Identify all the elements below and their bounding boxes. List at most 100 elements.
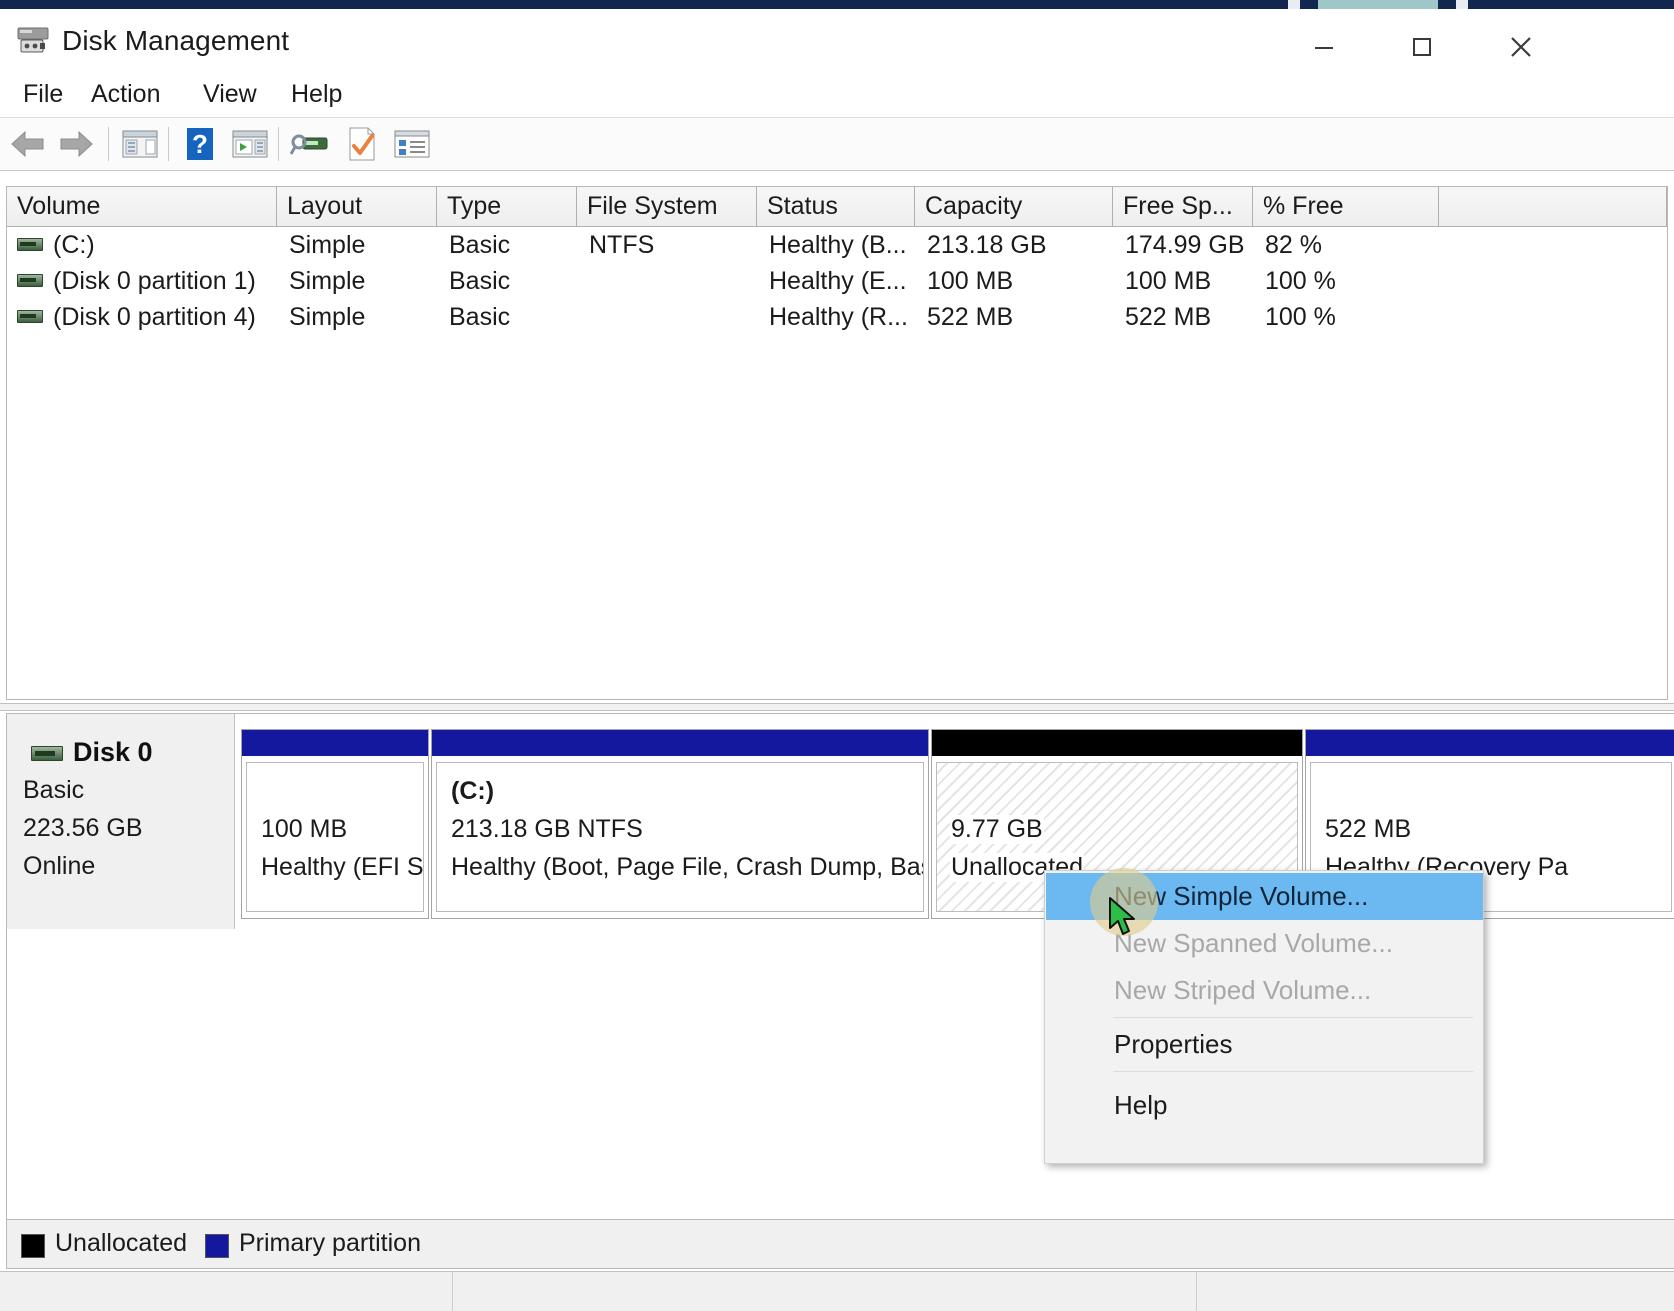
volume-icon xyxy=(17,310,43,323)
volume-icon xyxy=(17,238,43,251)
background-window-strip xyxy=(0,0,1674,9)
forward-arrow-icon[interactable] xyxy=(54,123,98,165)
context-menu-separator xyxy=(1113,1017,1473,1018)
cell-layout: Simple xyxy=(289,303,366,331)
status-bar-divider xyxy=(1196,1272,1197,1311)
cell-status: Healthy (B... xyxy=(769,231,907,259)
cell-free-space: 522 MB xyxy=(1125,303,1212,331)
volume-list-header: Volume Layout Type File System Status Capacit… xyxy=(7,187,1667,227)
cell-capacity: 100 MB xyxy=(927,267,1014,295)
cell-percent-free: 100 % xyxy=(1265,267,1336,295)
legend-label: Primary partition xyxy=(239,1229,421,1257)
cell-capacity: 522 MB xyxy=(927,303,1014,331)
partition-legend: Unallocated Primary partition xyxy=(6,1219,1674,1269)
volume-list-rows: (C:) Simple Basic NTFS Healthy (B... 213.18 G… xyxy=(7,227,1667,335)
minimize-button[interactable] xyxy=(1292,18,1356,76)
list-view-icon[interactable] xyxy=(390,123,434,165)
context-menu-separator xyxy=(1113,1071,1473,1072)
toolbar-separator xyxy=(278,127,279,161)
partition-body: (C:) 213.18 GB NTFS Healthy (Boot, Page Fi… xyxy=(436,762,924,912)
properties-document-icon[interactable] xyxy=(340,123,384,165)
volume-list-panel: Volume Layout Type File System Status Capacit… xyxy=(6,186,1668,700)
legend-label: Unallocated xyxy=(55,1229,188,1257)
column-header-file-system[interactable]: File System xyxy=(577,187,757,226)
maximize-button[interactable] xyxy=(1390,18,1454,76)
disk-management-icon xyxy=(16,25,50,55)
partition-size: 9.77 GB xyxy=(950,815,1044,844)
show-hide-action-pane-icon[interactable] xyxy=(228,123,272,165)
window-title: Disk Management xyxy=(62,25,290,56)
partition-capacity-bar xyxy=(1306,730,1674,756)
partition-capacity-bar xyxy=(432,730,928,756)
menu-item-help[interactable]: Help xyxy=(284,75,349,113)
disk-info-block[interactable]: Disk 0 Basic 223.56 GB Online xyxy=(7,714,235,929)
status-bar-divider xyxy=(452,1272,453,1311)
cell-volume: (Disk 0 partition 1) xyxy=(53,267,256,295)
cell-status: Healthy (E... xyxy=(769,267,907,295)
toolbar: ? xyxy=(0,117,1674,171)
cell-percent-free: 100 % xyxy=(1265,303,1336,331)
cell-layout: Simple xyxy=(289,267,366,295)
partition-body: 100 MB Healthy (EFI S: xyxy=(246,762,424,912)
partition-capacity-bar xyxy=(242,730,428,756)
table-row[interactable]: (Disk 0 partition 4) Simple Basic Healthy (… xyxy=(7,299,1667,335)
title-bar: Disk Management xyxy=(0,9,1674,71)
cell-file-system xyxy=(589,263,757,299)
disk-management-window: Disk Management File Action View Help ? … xyxy=(0,0,1674,1311)
cell-volume: (C:) xyxy=(53,231,95,259)
rescan-disks-icon[interactable] xyxy=(288,123,332,165)
cell-type: Basic xyxy=(449,267,511,295)
partition-size: 522 MB xyxy=(1324,815,1413,844)
partition-status: Healthy (Boot, Page File, Crash Dump, Ba… xyxy=(450,853,923,882)
disk-icon xyxy=(31,746,63,761)
cell-file-system xyxy=(589,299,757,335)
toolbar-separator xyxy=(108,127,109,161)
menu-item-view[interactable]: View xyxy=(196,75,264,113)
column-header-capacity[interactable]: Capacity xyxy=(915,187,1113,226)
partition-size: 213.18 GB NTFS xyxy=(450,815,644,844)
partition-block[interactable]: (C:) 213.18 GB NTFS Healthy (Boot, Page Fi… xyxy=(431,729,929,919)
cell-status: Healthy (R... xyxy=(769,303,908,331)
close-button[interactable] xyxy=(1489,18,1553,76)
menu-bar: File Action View Help xyxy=(0,71,1674,117)
panel-splitter[interactable] xyxy=(0,703,1674,711)
legend-swatch xyxy=(205,1234,229,1258)
disk-type: Basic xyxy=(23,776,85,804)
show-hide-console-tree-icon[interactable] xyxy=(118,123,162,165)
table-row[interactable]: (C:) Simple Basic NTFS Healthy (B... 213.18 G… xyxy=(7,227,1667,263)
column-header-type[interactable]: Type xyxy=(437,187,577,226)
cell-volume: (Disk 0 partition 4) xyxy=(53,303,256,331)
mouse-cursor xyxy=(1108,896,1142,945)
partition-name: (C:) xyxy=(450,777,496,806)
context-menu-item-properties[interactable]: Properties xyxy=(1046,1021,1483,1068)
cell-type: Basic xyxy=(449,303,511,331)
menu-item-action[interactable]: Action xyxy=(84,75,167,113)
column-header-free-sp[interactable]: Free Sp... xyxy=(1113,187,1253,226)
cell-free-space: 174.99 GB xyxy=(1125,231,1245,259)
background-strip-segment xyxy=(1288,0,1300,9)
disk-state: Online xyxy=(23,852,96,880)
context-menu-item-help[interactable]: Help xyxy=(1046,1082,1483,1129)
column-header-blank[interactable] xyxy=(1439,187,1667,226)
cell-layout: Simple xyxy=(289,231,366,259)
svg-text:?: ? xyxy=(192,129,208,159)
back-arrow-icon[interactable] xyxy=(6,123,50,165)
column-header-free[interactable]: % Free xyxy=(1253,187,1439,226)
column-header-layout[interactable]: Layout xyxy=(277,187,437,226)
menu-item-file[interactable]: File xyxy=(16,75,70,113)
disk-size: 223.56 GB xyxy=(23,814,143,842)
disk-name: Disk 0 xyxy=(73,737,153,767)
cell-type: Basic xyxy=(449,231,511,259)
cell-capacity: 213.18 GB xyxy=(927,231,1047,259)
toolbar-separator xyxy=(168,127,169,161)
partition-capacity-bar xyxy=(932,730,1302,756)
table-row[interactable]: (Disk 0 partition 1) Simple Basic Healthy (… xyxy=(7,263,1667,299)
help-question-icon[interactable]: ? xyxy=(178,123,222,165)
column-header-status[interactable]: Status xyxy=(757,187,915,226)
column-header-volume[interactable]: Volume xyxy=(7,187,277,226)
partition-block[interactable]: 100 MB Healthy (EFI S: xyxy=(241,729,429,919)
partition-size: 100 MB xyxy=(260,815,349,844)
background-strip-segment xyxy=(1456,0,1468,9)
legend-swatch xyxy=(21,1234,45,1258)
cell-free-space: 100 MB xyxy=(1125,267,1212,295)
